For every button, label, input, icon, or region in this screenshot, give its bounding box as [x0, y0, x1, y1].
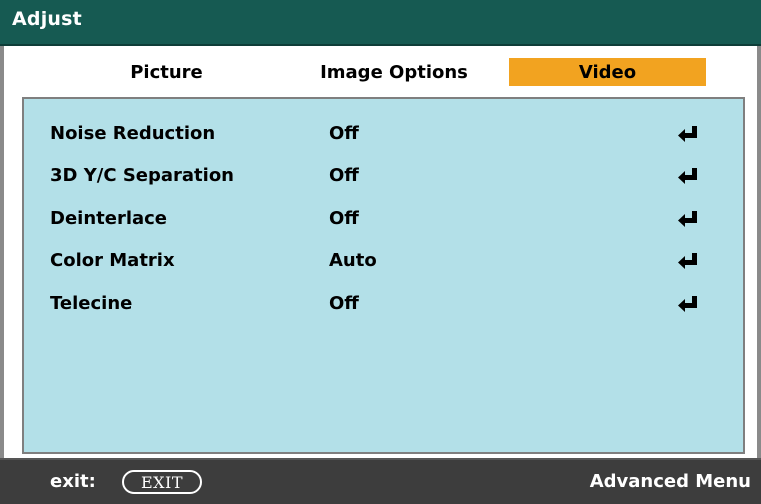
title-bar: Adjust	[0, 0, 761, 46]
advanced-menu-label: Advanced Menu	[589, 471, 751, 492]
setting-value: Off	[329, 293, 359, 314]
tab-video[interactable]: Video	[509, 58, 706, 86]
menu-body: Picture Image Options Video Noise Reduct…	[0, 46, 761, 458]
setting-row-deinterlace[interactable]: Deinterlace Off	[24, 204, 743, 234]
enter-icon[interactable]	[676, 251, 700, 271]
window-title: Adjust	[12, 8, 82, 30]
exit-button[interactable]: EXIT	[122, 470, 202, 494]
tab-picture[interactable]: Picture	[94, 58, 239, 86]
settings-panel: Noise Reduction Off 3D Y/C Separation Of…	[22, 97, 745, 454]
enter-icon[interactable]	[676, 294, 700, 314]
tab-image-options[interactable]: Image Options	[304, 58, 484, 86]
enter-icon[interactable]	[676, 124, 700, 144]
setting-label: Telecine	[50, 293, 133, 314]
setting-label: 3D Y/C Separation	[50, 165, 234, 186]
setting-label: Color Matrix	[50, 250, 175, 271]
setting-row-noise-reduction[interactable]: Noise Reduction Off	[24, 119, 743, 149]
setting-row-color-matrix[interactable]: Color Matrix Auto	[24, 246, 743, 276]
setting-label: Noise Reduction	[50, 123, 216, 144]
setting-value: Off	[329, 123, 359, 144]
setting-value: Auto	[329, 250, 377, 271]
exit-label: exit:	[50, 471, 96, 492]
setting-value: Off	[329, 165, 359, 186]
enter-icon[interactable]	[676, 209, 700, 229]
adjust-menu-window: Adjust Picture Image Options Video Noise…	[0, 0, 761, 504]
footer-bar: exit: EXIT Advanced Menu	[0, 458, 761, 504]
setting-row-telecine[interactable]: Telecine Off	[24, 289, 743, 319]
setting-value: Off	[329, 208, 359, 229]
setting-row-3d-yc-separation[interactable]: 3D Y/C Separation Off	[24, 161, 743, 191]
enter-icon[interactable]	[676, 166, 700, 186]
setting-label: Deinterlace	[50, 208, 168, 229]
